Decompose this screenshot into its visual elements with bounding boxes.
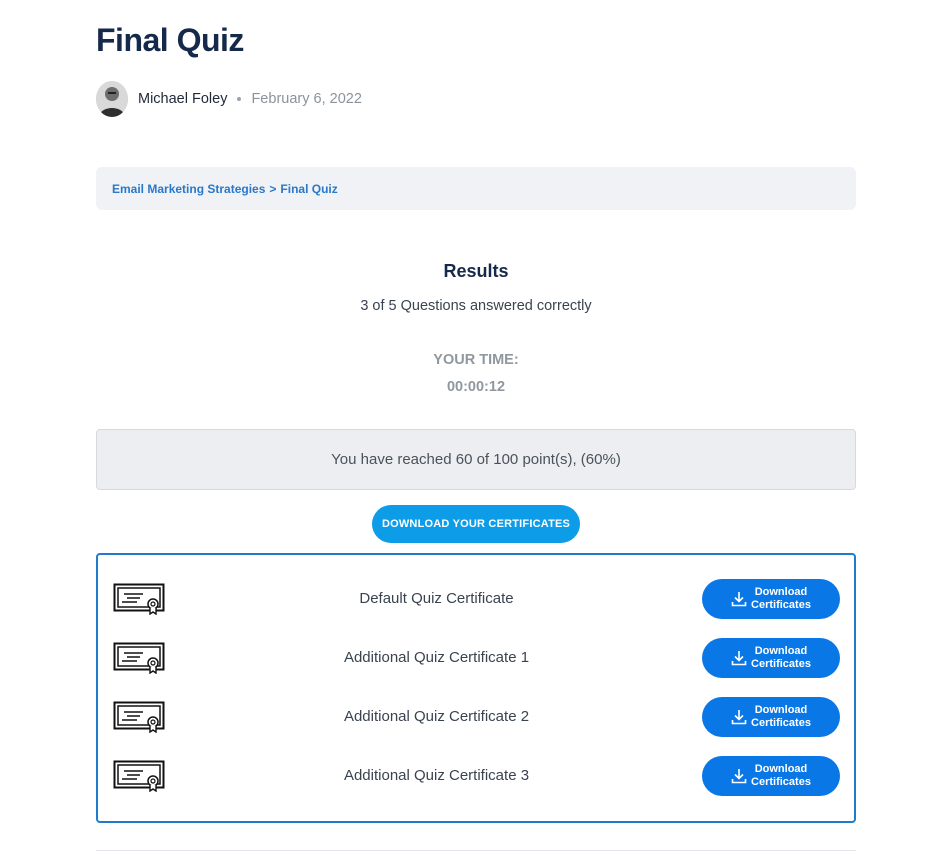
download-icon [731, 651, 747, 666]
download-button-line1: Download [754, 645, 808, 657]
download-button-line2: Certificates [751, 658, 811, 670]
time-label: YOUR TIME: [433, 352, 519, 368]
download-icon [731, 592, 747, 607]
certificate-name: Additional Quiz Certificate 1 [343, 649, 530, 666]
download-button-line2: Certificates [751, 776, 811, 788]
certificate-row: Additional Quiz Certificate 3 Download C… [98, 756, 854, 796]
breadcrumb-current: Final Quiz [280, 181, 338, 196]
points-message: You have reached 60 of 100 point(s), (60… [96, 429, 856, 490]
author-name[interactable]: Michael Foley [138, 91, 227, 107]
download-certificates-toggle-button[interactable]: DOWNLOAD YOUR CERTIFICATES [372, 505, 580, 543]
content-divider [96, 850, 856, 851]
certificate-icon [113, 701, 165, 733]
points-message-text: You have reached 60 of 100 point(s), (60… [331, 451, 621, 468]
certificate-name: Additional Quiz Certificate 2 [343, 708, 530, 725]
breadcrumb-link-course[interactable]: Email Marketing Strategies [112, 182, 265, 196]
time-value: 00:00:12 [446, 379, 506, 395]
download-button-label: Download Certificates [751, 586, 811, 612]
download-certificate-button[interactable]: Download Certificates [702, 579, 840, 619]
certificate-icon [113, 760, 165, 792]
results-summary: 3 of 5 Questions answered correctly [360, 298, 592, 314]
download-certificate-button[interactable]: Download Certificates [702, 697, 840, 737]
download-button-line2: Certificates [751, 599, 811, 611]
avatar-portrait [96, 81, 128, 117]
certificate-row: Additional Quiz Certificate 2 Download C… [98, 697, 854, 737]
results-heading: Results [443, 261, 509, 281]
breadcrumb-separator: > [269, 181, 277, 196]
download-button-line2: Certificates [751, 717, 811, 729]
download-button-label: Download Certificates [751, 645, 811, 671]
page-title: Final Quiz [96, 22, 244, 58]
post-meta: Michael Foley February 6, 2022 [96, 81, 362, 117]
download-icon [731, 769, 747, 784]
download-certificate-button[interactable]: Download Certificates [702, 756, 840, 796]
download-certificate-button[interactable]: Download Certificates [702, 638, 840, 678]
post-date: February 6, 2022 [251, 91, 362, 107]
certificate-icon [113, 642, 165, 674]
certificates-panel: Default Quiz Certificate Download Certif… [96, 553, 856, 823]
download-button-line1: Download [754, 704, 808, 716]
certificate-icon [113, 583, 165, 615]
download-button-label: Download Certificates [751, 704, 811, 730]
breadcrumb: Email Marketing Strategies > Final Quiz [96, 167, 856, 210]
download-button-line1: Download [754, 586, 808, 598]
meta-separator-dot [237, 97, 242, 101]
download-button-line1: Download [754, 763, 808, 775]
download-button-label: Download Certificates [751, 763, 811, 789]
certificate-name: Additional Quiz Certificate 3 [343, 767, 530, 784]
certificate-row: Default Quiz Certificate Download Certif… [98, 579, 854, 619]
certificate-row: Additional Quiz Certificate 1 Download C… [98, 638, 854, 678]
certificate-name: Default Quiz Certificate [359, 590, 514, 607]
avatar[interactable] [96, 81, 128, 117]
download-icon [731, 710, 747, 725]
